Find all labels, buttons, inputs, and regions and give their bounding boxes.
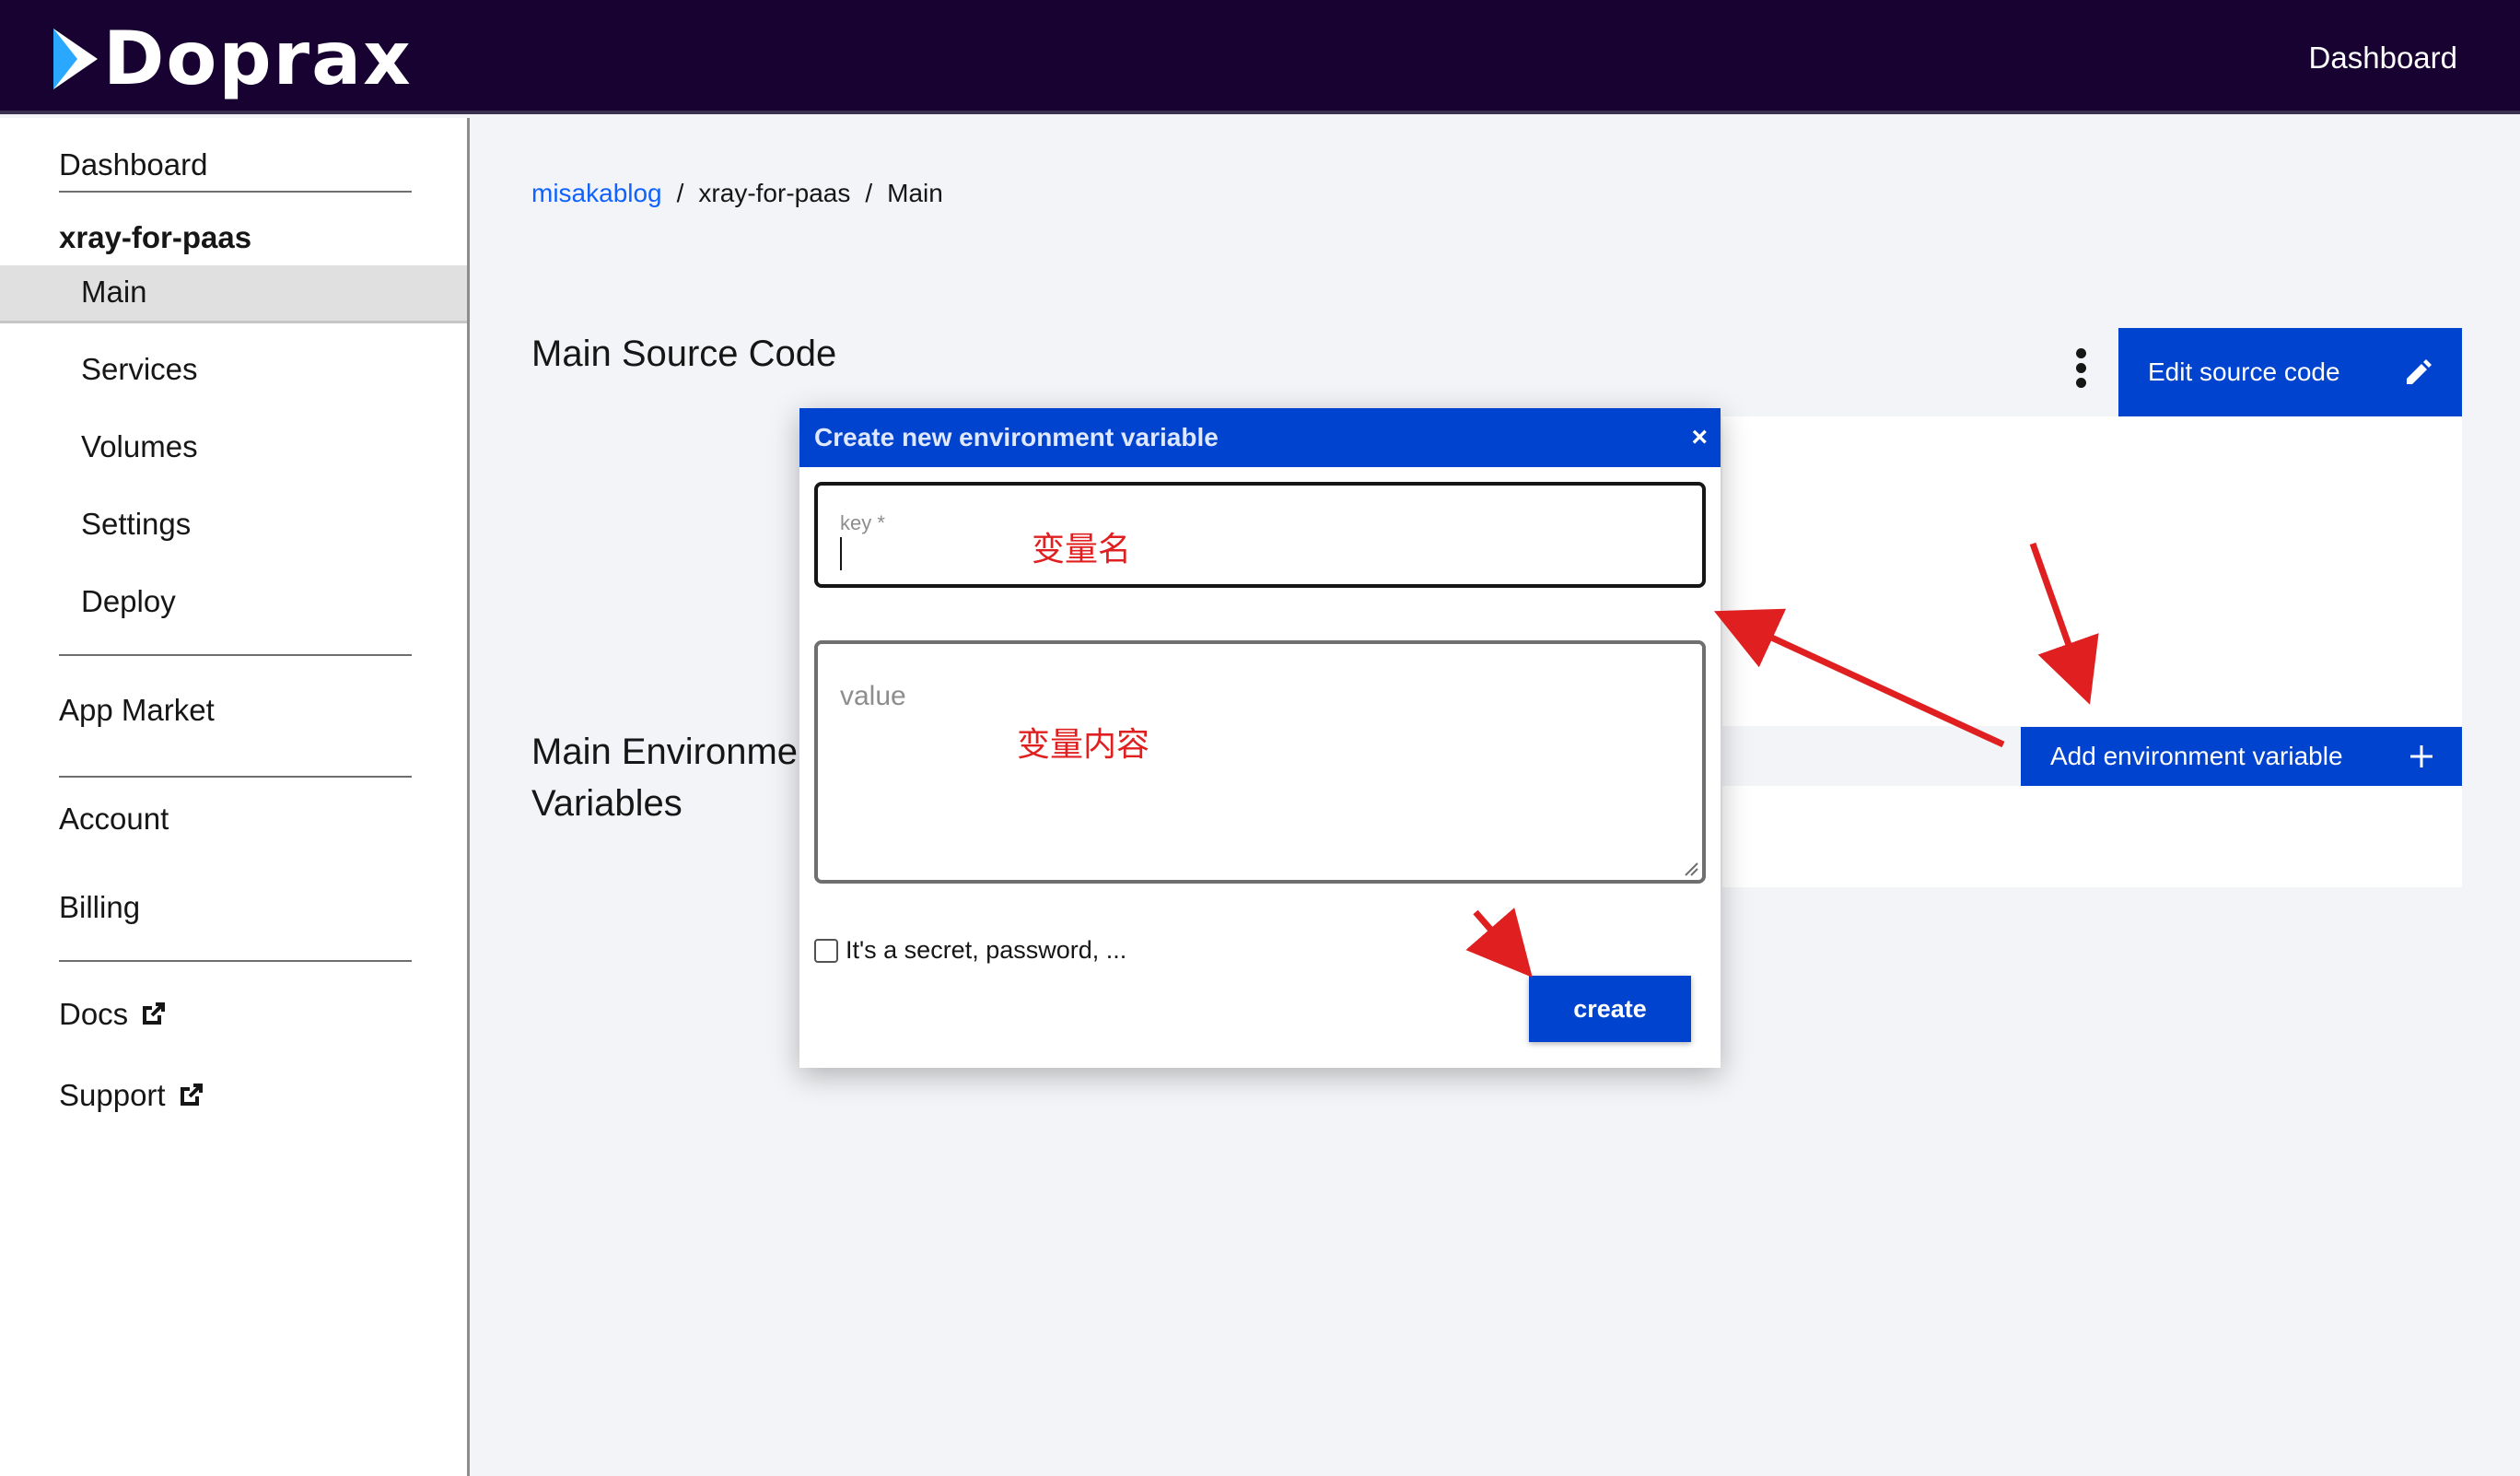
overflow-menu-icon[interactable] xyxy=(2076,348,2089,389)
breadcrumb-user-link[interactable]: misakablog xyxy=(531,179,662,207)
sidebar-item-deploy[interactable]: Deploy xyxy=(81,584,176,619)
external-link-icon xyxy=(180,1084,203,1106)
sidebar-divider xyxy=(59,654,412,656)
env-vars-title-line1: Main Environment xyxy=(531,732,829,772)
sidebar-divider xyxy=(59,191,412,193)
modal-title: Create new environment variable xyxy=(814,423,1219,451)
source-code-panel xyxy=(1722,416,2462,726)
docs-label: Docs xyxy=(59,997,129,1031)
annotation-key-note: 变量名 xyxy=(1032,531,1132,568)
logo-play-icon xyxy=(53,29,98,89)
env-vars-panel xyxy=(1722,786,2462,887)
value-textarea[interactable]: value xyxy=(814,640,1706,884)
add-environment-variable-button[interactable]: Add environment variable xyxy=(2021,727,2462,786)
breadcrumb-separator: / xyxy=(865,179,873,207)
sidebar-item-volumes[interactable]: Volumes xyxy=(81,429,198,464)
breadcrumb-current: Main xyxy=(887,179,943,207)
sidebar-active-highlight xyxy=(0,265,467,323)
sidebar-item-services[interactable]: Services xyxy=(81,352,198,387)
secret-checkbox-label: It's a secret, password, ... xyxy=(846,936,1127,964)
source-code-title: Main Source Code xyxy=(531,334,837,374)
sidebar-item-main[interactable]: Main xyxy=(81,275,147,310)
sidebar-docs-link[interactable]: Docs xyxy=(59,997,169,1032)
key-input[interactable]: key * xyxy=(814,482,1706,588)
top-navbar: Doprax Dashboard xyxy=(0,0,2520,114)
sidebar-dashboard-link[interactable]: Dashboard xyxy=(59,147,207,182)
resize-grip-icon[interactable] xyxy=(1682,860,1698,876)
key-label: key * xyxy=(840,511,885,534)
sidebar-item-settings[interactable]: Settings xyxy=(81,507,191,542)
breadcrumb-project[interactable]: xray-for-paas xyxy=(698,179,850,207)
secret-checkbox-row[interactable]: It's a secret, password, ... xyxy=(814,936,1126,965)
modal-header: Create new environment variable × xyxy=(799,408,1721,467)
external-link-icon xyxy=(143,1002,166,1025)
add-environment-variable-label: Add environment variable xyxy=(2050,742,2343,770)
breadcrumb-separator: / xyxy=(676,179,684,207)
sidebar-support-link[interactable]: Support xyxy=(59,1078,206,1113)
text-cursor xyxy=(840,537,842,570)
breadcrumb: misakablog / xray-for-paas / Main xyxy=(531,179,943,208)
sidebar-divider xyxy=(59,776,412,778)
logo-text: Doprax xyxy=(103,16,413,101)
create-env-var-modal: Create new environment variable × key * … xyxy=(799,408,1721,1068)
support-label: Support xyxy=(59,1078,166,1112)
value-placeholder: value xyxy=(840,681,906,711)
sidebar-app-market-link[interactable]: App Market xyxy=(59,693,215,728)
env-vars-title: Main Environment Variables xyxy=(531,726,828,829)
plus-icon xyxy=(2410,745,2432,767)
sidebar-project-name: xray-for-paas xyxy=(59,220,252,254)
sidebar-billing-link[interactable]: Billing xyxy=(59,890,140,925)
env-vars-title-line2: Variables xyxy=(531,783,682,824)
close-icon[interactable]: × xyxy=(1691,408,1708,467)
secret-checkbox[interactable] xyxy=(814,938,838,963)
edit-source-code-button[interactable]: Edit source code xyxy=(2118,328,2462,416)
sidebar: Dashboard xray-for-paas Main Services Vo… xyxy=(0,118,470,1476)
doprax-logo[interactable]: Doprax xyxy=(52,22,413,96)
topbar-dashboard-link[interactable]: Dashboard xyxy=(2309,41,2457,76)
annotation-value-note: 变量内容 xyxy=(1017,726,1150,764)
pencil-icon xyxy=(2407,359,2432,384)
sidebar-divider xyxy=(59,960,412,962)
sidebar-account-link[interactable]: Account xyxy=(59,802,169,837)
edit-source-code-label: Edit source code xyxy=(2148,357,2340,386)
create-button[interactable]: create xyxy=(1529,976,1691,1042)
